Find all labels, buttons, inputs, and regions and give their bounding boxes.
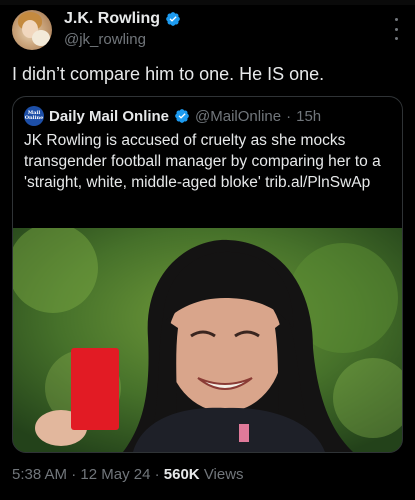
- quoted-tweet-text: JK Rowling is accused of cruelty as she …: [24, 132, 381, 191]
- author-avatar[interactable]: [12, 10, 52, 50]
- tweet-header: J.K. Rowling @jk_rowling: [12, 10, 403, 52]
- post-date[interactable]: 12 May 24: [80, 466, 150, 483]
- meta-dot: ·: [71, 466, 77, 483]
- tweet-meta: 5:38 AM · 12 May 24 · 560K Views: [12, 466, 244, 483]
- views-label: Views: [203, 466, 244, 483]
- quoted-author-avatar[interactable]: Mail Online: [24, 106, 44, 126]
- meta-dot: ·: [154, 466, 160, 483]
- quoted-tweet-header: Mail Online Daily Mail Online @MailOnlin…: [24, 106, 321, 126]
- tweet-text: I didn’t compare him to one. He IS one.: [12, 64, 325, 84]
- quoted-tweet-time[interactable]: 15h: [296, 108, 321, 125]
- author-display-name[interactable]: J.K. Rowling: [64, 10, 160, 28]
- quoted-author-display-name[interactable]: Daily Mail Online: [49, 108, 169, 125]
- top-edge: [0, 0, 415, 5]
- time-separator: ·: [286, 107, 292, 125]
- verified-badge-icon: [175, 109, 189, 123]
- more-options-icon[interactable]: [389, 18, 403, 40]
- author-handle[interactable]: @jk_rowling: [64, 31, 146, 48]
- quoted-tweet-card[interactable]: Mail Online Daily Mail Online @MailOnlin…: [12, 96, 403, 453]
- author-name-row: J.K. Rowling: [64, 10, 181, 28]
- views-count: 560K: [163, 466, 200, 483]
- post-time[interactable]: 5:38 AM: [12, 466, 67, 483]
- news-photo[interactable]: [13, 228, 402, 452]
- quoted-author-handle[interactable]: @MailOnline: [195, 108, 281, 125]
- verified-badge-icon: [166, 12, 180, 26]
